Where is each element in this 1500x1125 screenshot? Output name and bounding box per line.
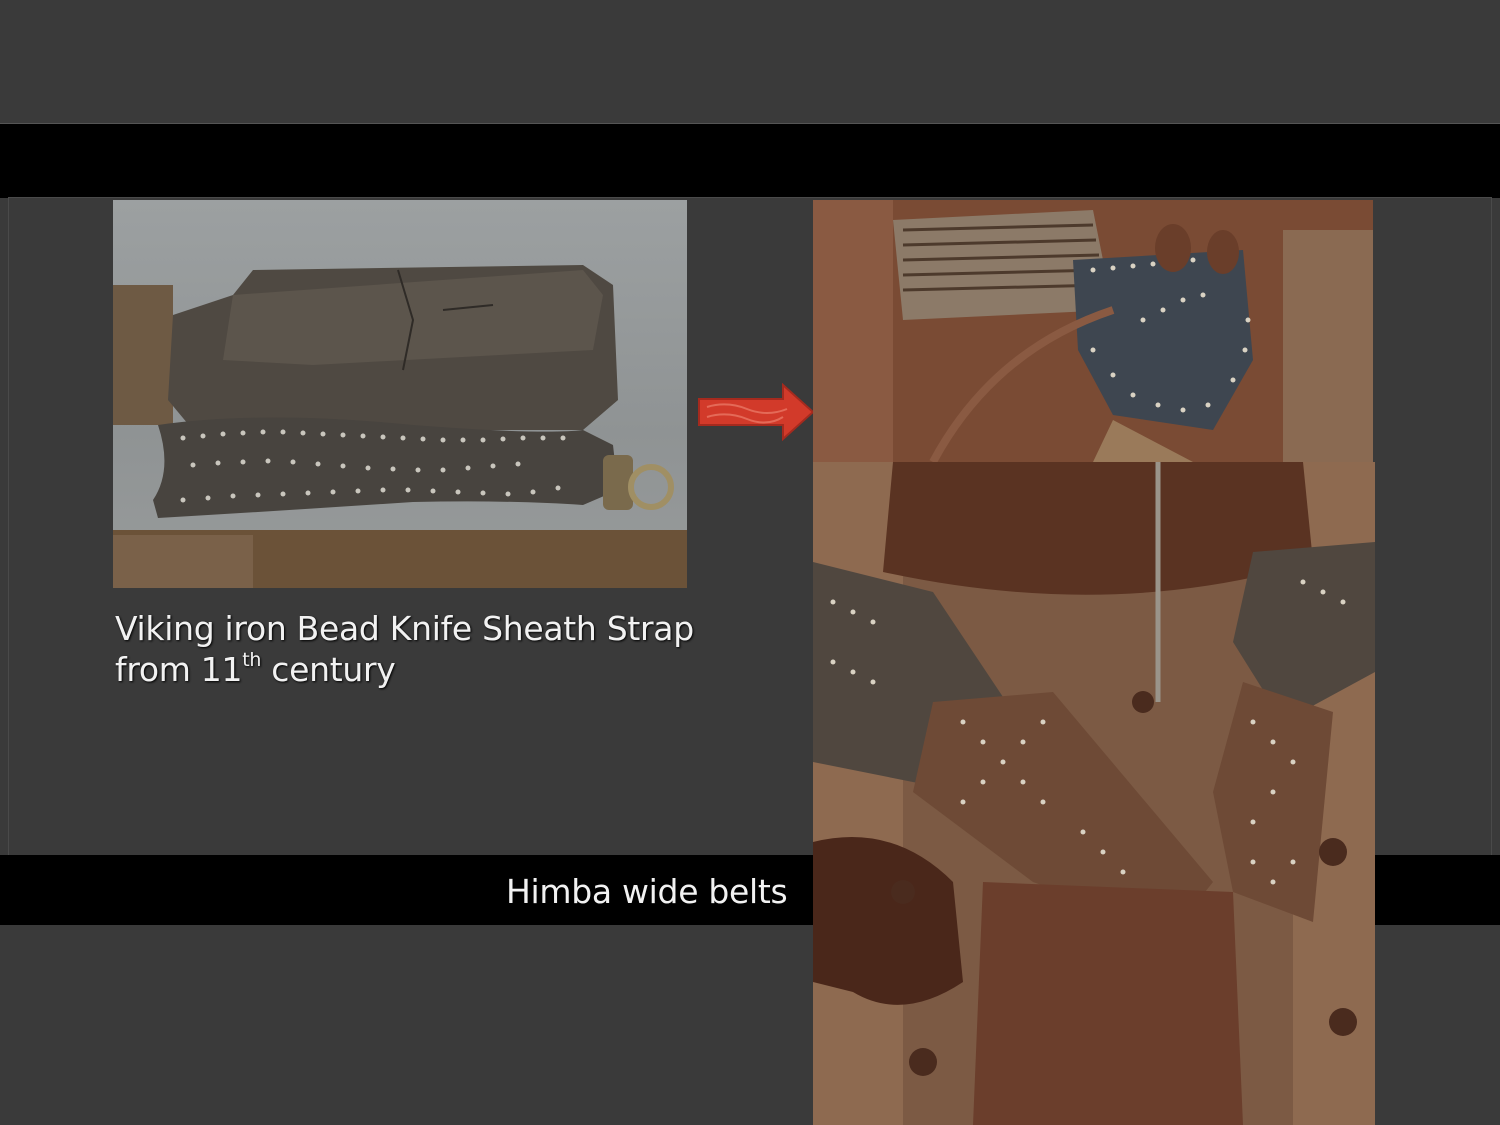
viking-caption-line2: from 11th century: [115, 649, 735, 690]
viking-caption-line2-start: from 11: [115, 650, 243, 689]
viking-caption: Viking iron Bead Knife Sheath Strap from…: [115, 608, 735, 690]
himba-belt-closeup-photo: [813, 200, 1373, 462]
top-black-band: [0, 123, 1500, 198]
viking-caption-line1: Viking iron Bead Knife Sheath Strap: [115, 609, 694, 648]
himba-caption: Himba wide belts: [506, 872, 788, 911]
himba-wide-belt-photo: [813, 462, 1375, 1125]
viking-knife-sheath-strap-photo: [113, 200, 687, 588]
viking-caption-superscript: th: [242, 649, 262, 671]
slide: Viking iron Bead Knife Sheath Strap from…: [0, 0, 1500, 1125]
viking-caption-line2-end: century: [261, 650, 396, 689]
right-arrow-icon: [697, 382, 815, 442]
